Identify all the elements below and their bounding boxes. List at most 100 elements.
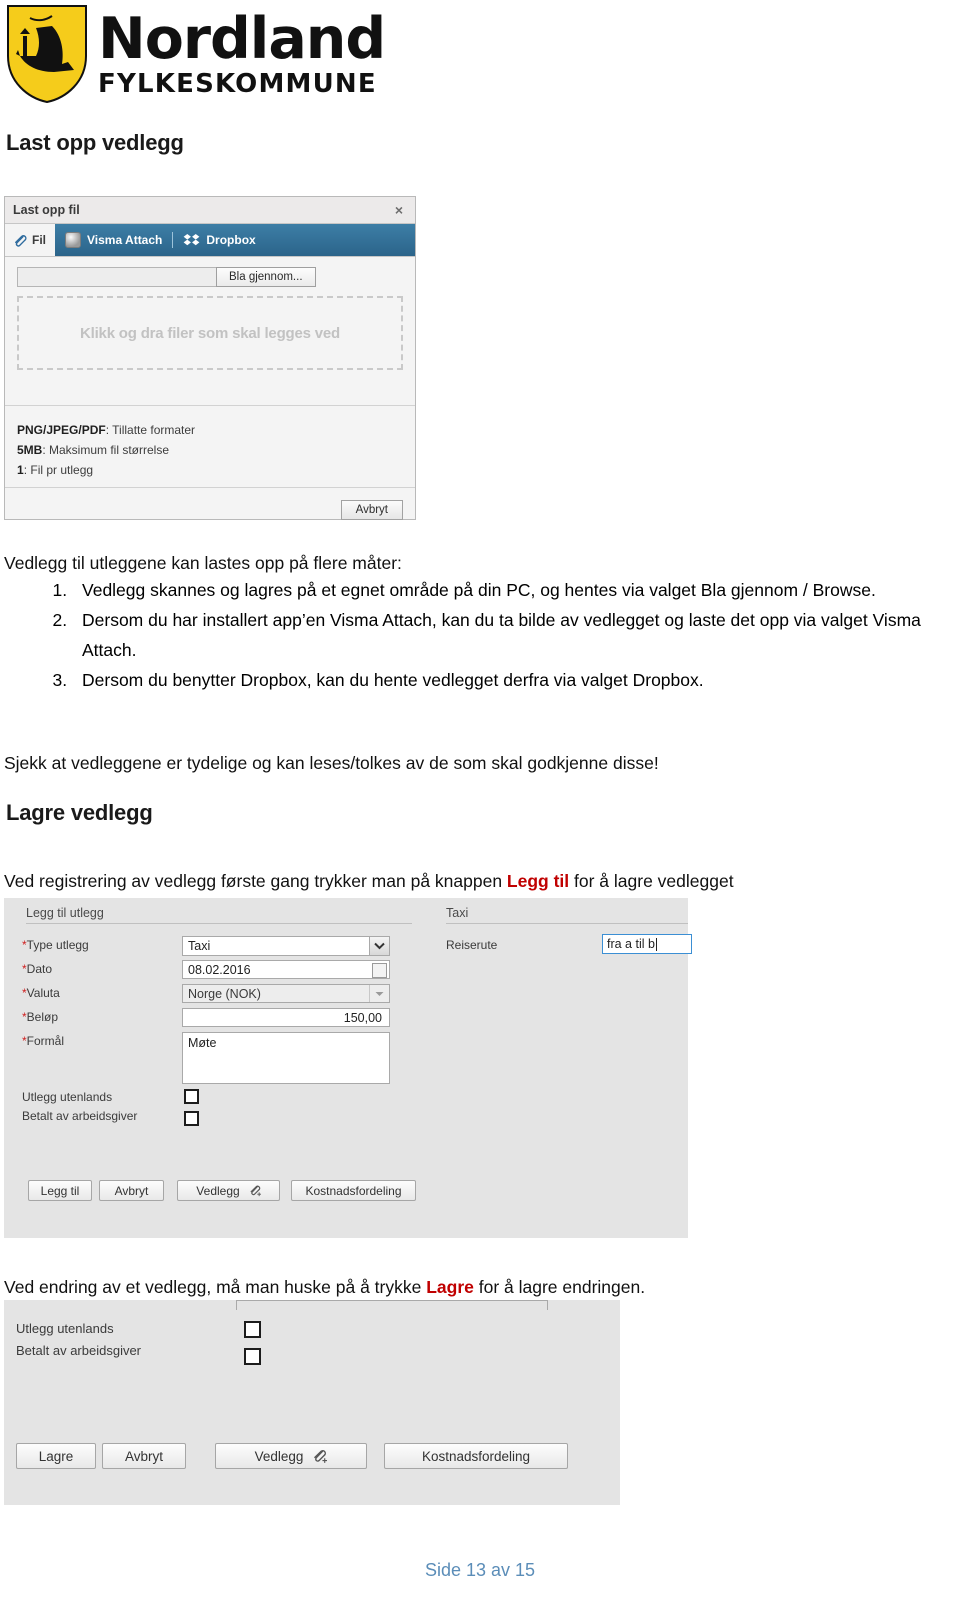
type-utlegg-value: Taxi [188,939,211,953]
expense-form-right-pane: Taxi Reiserute fra a til b [434,898,692,1238]
cancel-button[interactable]: Avbryt [340,499,403,520]
document-header: Nordland FYLKESKOMMUNE [0,0,960,110]
dato-input[interactable]: 08.02.2016 [182,960,390,979]
visma-attach-icon [65,232,81,248]
type-utlegg-select[interactable]: Taxi [182,936,390,956]
edit-note-paragraph: Ved endring av et vedlegg, må man huske … [4,1272,954,1302]
kostnadsfordeling-button[interactable]: Kostnadsfordeling [291,1180,416,1201]
label-valuta: *Valuta [22,986,60,1000]
tab-fil[interactable]: Fil [5,224,55,256]
tab-divider [172,232,174,248]
edit-note-highlight: Lagre [426,1277,474,1297]
reiserute-value: fra a til b [607,937,655,951]
dato-value: 08.02.2016 [188,962,251,977]
paperclip-plus-icon [250,1185,261,1197]
logo-name: Nordland [98,6,386,72]
info-value-formats: Tillatte formater [112,423,196,437]
chevron-down-icon[interactable] [369,937,389,955]
info-value-count: Fil pr utlegg [30,463,94,477]
file-path-input[interactable] [17,267,217,287]
textarea-left-edge [236,1300,237,1310]
legg-til-label: Legg til [40,1183,80,1198]
label-utlegg-utenlands-edit: Utlegg utenlands [16,1321,114,1336]
info-row-count: 1: Fil pr utlegg [17,463,94,477]
avbryt-label: Avbryt [124,1448,163,1464]
kostnadsfordeling-button-edit[interactable]: Kostnadsfordeling [384,1443,568,1469]
info-value-size: Maksimum fil størrelse [49,443,170,457]
avbryt-button[interactable]: Avbryt [99,1180,164,1201]
vedlegg-label: Vedlegg [196,1183,240,1198]
edit-note-after: for å lagre endringen. [473,1277,646,1297]
page-footer: Side 13 av 15 [0,1560,960,1581]
legg-til-button[interactable]: Legg til [28,1180,92,1201]
list-item: Dersom du har installert app’en Visma At… [72,605,960,665]
checkbox-betalt-av-arbeidsgiver-edit[interactable] [244,1348,261,1365]
first-note-before: Ved registrering av vedlegg første gang … [4,871,507,891]
check-note-paragraph: Sjekk at vedleggene er tydelige og kan l… [4,753,659,773]
info-row-size: 5MB: Maksimum fil størrelse [17,443,170,457]
info-row-formats: PNG/JPEG/PDF: Tillatte formater [17,423,196,437]
checkbox-utlegg-utenlands[interactable] [184,1089,199,1104]
dropbox-icon [184,233,200,245]
tab-dropbox-label[interactable]: Dropbox [206,233,255,247]
belop-value: 150,00 [343,1010,382,1025]
list-item: Dersom du benytter Dropbox, kan du hente… [72,665,960,695]
nordland-wordmark: Nordland FYLKESKOMMUNE [98,6,386,99]
paperclip-icon [15,234,27,247]
label-formal: *Formål [22,1034,64,1048]
page-title-last-opp-vedlegg: Last opp vedlegg [6,130,184,155]
intro-paragraph: Vedlegg til utleggene kan lastes opp på … [4,553,402,573]
lagre-button[interactable]: Lagre [16,1443,96,1469]
label-text: Beløp [26,1010,59,1024]
label-text: Valuta [26,986,60,1000]
upload-dialog-body: Bla gjennom... Klikk og dra filer som sk… [5,257,415,405]
belop-input[interactable]: 150,00 [182,1008,390,1027]
tab-fil-label: Fil [32,233,46,247]
expense-form-screenshot: Legg til utlegg *Type utlegg Taxi *Dato … [4,898,692,1238]
nordland-coat-of-arms-icon [7,5,87,104]
dialog-footer: Avbryt [5,487,415,531]
tab-visma-attach-label[interactable]: Visma Attach [87,233,162,247]
label-text: Formål [26,1034,65,1048]
first-time-note-paragraph: Ved registrering av vedlegg første gang … [4,866,954,896]
vedlegg-label: Vedlegg [254,1448,304,1464]
lagre-label: Lagre [38,1448,74,1464]
text-caret [655,937,657,951]
formal-textarea[interactable]: Møte [182,1032,390,1084]
upload-constraints-info: PNG/JPEG/PDF: Tillatte formater 5MB: Mak… [5,405,415,487]
checkbox-betalt-av-arbeidsgiver[interactable] [184,1111,199,1126]
label-belop: *Beløp [22,1010,58,1024]
logo-subtitle: FYLKESKOMMUNE [98,69,377,99]
vedlegg-button[interactable]: Vedlegg [177,1180,280,1201]
upload-source-tabs: Fil Visma Attach Dropbox [5,224,415,257]
page-title-lagre-vedlegg: Lagre vedlegg [6,800,153,825]
dialog-titlebar: Last opp fil × [5,197,415,224]
calendar-icon[interactable] [372,963,387,978]
label-type-utlegg: *Type utlegg [22,938,89,952]
checkbox-utlegg-utenlands-edit[interactable] [244,1321,261,1338]
chevron-down-icon[interactable] [369,985,389,1002]
kostnadsfordeling-label: Kostnadsfordeling [305,1183,402,1198]
valuta-value: Norge (NOK) [188,986,261,1001]
avbryt-button-edit[interactable]: Avbryt [102,1443,186,1469]
list-item: Vedlegg skannes og lagres på et egnet om… [72,575,960,605]
upload-methods-list: Vedlegg skannes og lagres på et egnet om… [44,575,960,695]
vedlegg-button-edit[interactable]: Vedlegg [215,1443,367,1469]
file-dropzone[interactable]: Klikk og dra filer som skal legges ved [17,296,403,370]
browse-row: Bla gjennom... [17,267,403,287]
avbryt-label: Avbryt [114,1183,149,1198]
upload-file-dialog: Last opp fil × Fil Visma Attach Dropbox [4,196,416,520]
kostnadsfordeling-label: Kostnadsfordeling [421,1448,531,1464]
info-key-formats: PNG/JPEG/PDF [17,423,106,437]
label-dato: *Dato [22,962,52,976]
label-utlegg-utenlands: Utlegg utenlands [22,1090,113,1104]
edit-note-before: Ved endring av et vedlegg, må man huske … [4,1277,427,1297]
browse-button[interactable]: Bla gjennom... [216,267,316,287]
label-text: Dato [26,962,53,976]
edit-form-screenshot: Utlegg utenlands Betalt av arbeidsgiver … [4,1300,620,1505]
reiserute-input[interactable]: fra a til b [602,934,692,954]
page-number: Side 13 av 15 [424,1560,536,1580]
label-text: Type utlegg [26,938,89,952]
close-icon[interactable]: × [391,202,407,218]
valuta-select[interactable]: Norge (NOK) [182,984,390,1003]
